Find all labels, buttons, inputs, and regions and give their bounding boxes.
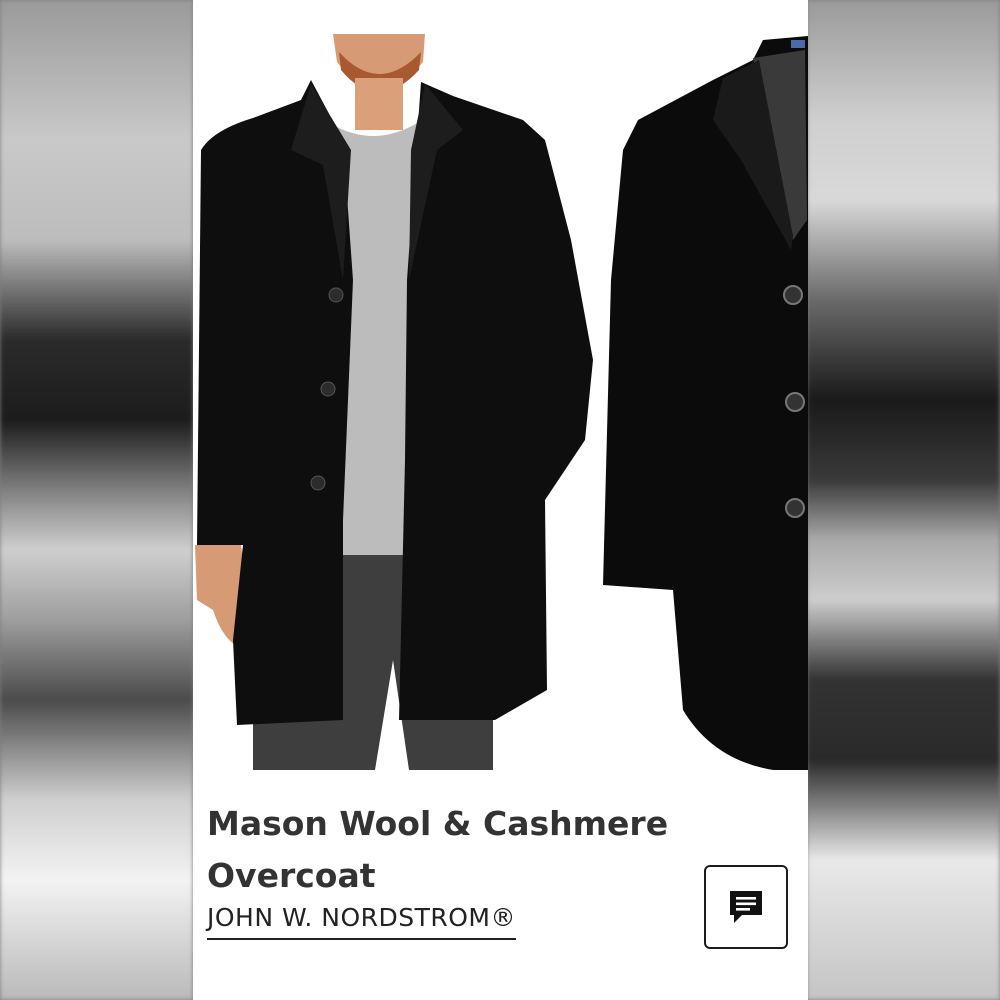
model-wearing-coat-photo[interactable] — [195, 34, 593, 770]
coat-detail-button — [785, 498, 805, 518]
coat-button — [320, 381, 336, 397]
model-neck — [355, 78, 403, 130]
coat-label — [791, 40, 805, 48]
coat-detail-button — [785, 392, 805, 412]
product-image-gallery[interactable] — [193, 0, 808, 775]
coat-detail-photo[interactable] — [603, 36, 808, 770]
product-photos — [195, 34, 808, 770]
product-title: Mason Wool & Cashmere Overcoat — [207, 804, 669, 895]
coat-detail-button — [783, 285, 803, 305]
brand-link[interactable]: JOHN W. NORDSTROM® — [207, 903, 516, 940]
coat-button — [310, 475, 326, 491]
chat-button[interactable] — [704, 865, 788, 949]
product-screen: Mason Wool & Cashmere Overcoat JOHN W. N… — [193, 0, 808, 1000]
blurred-background-left — [0, 0, 193, 1000]
chat-bubble-icon — [730, 891, 762, 923]
screenshot-frame: Mason Wool & Cashmere Overcoat JOHN W. N… — [0, 0, 1000, 1000]
coat-button — [328, 287, 344, 303]
blurred-background-right — [807, 0, 1000, 1000]
